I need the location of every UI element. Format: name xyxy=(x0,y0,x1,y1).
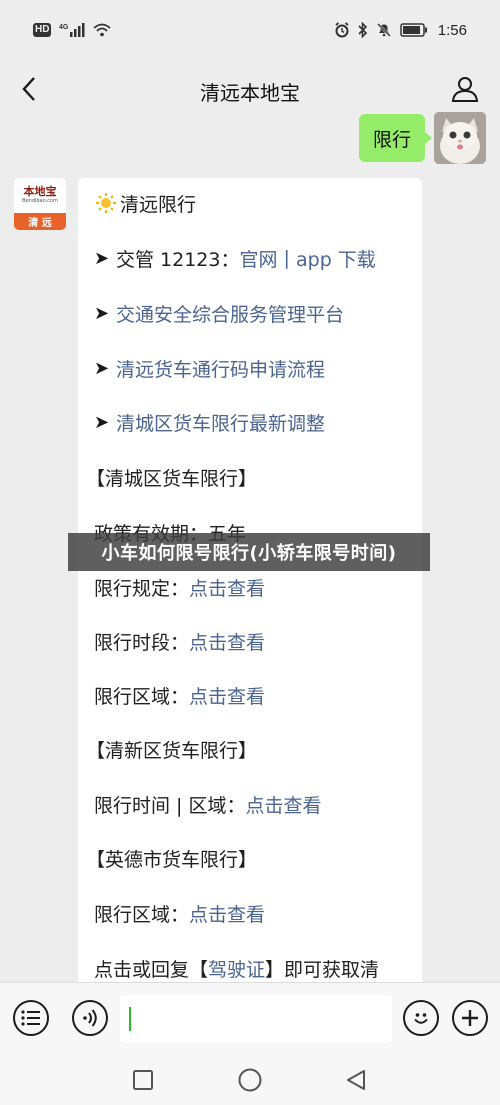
footer-before: 点击或回复【 xyxy=(94,958,209,981)
signal-icon: 4G xyxy=(59,22,85,38)
section-title-text: 【清城区货车限行】 xyxy=(86,467,258,490)
logo-brand: 本地宝 xyxy=(23,185,57,198)
truck-pass-link[interactable]: 清远货车通行码申请流程 xyxy=(116,355,325,382)
arrow-right-icon: ➤ xyxy=(94,247,110,269)
emoji-button[interactable] xyxy=(403,1000,439,1036)
logo-url: Bendibao.com xyxy=(22,198,58,204)
view-link[interactable]: 点击查看 xyxy=(245,791,321,818)
view-link[interactable]: 点击查看 xyxy=(189,574,265,601)
system-navigation-bar xyxy=(0,1054,500,1105)
system-back-button[interactable] xyxy=(343,1067,369,1093)
bot-header: 清远限行 xyxy=(78,183,422,223)
app-download-link[interactable]: app 下载 xyxy=(296,245,376,272)
link-row-prefix: 交管 12123： xyxy=(116,248,240,271)
svg-text:4G: 4G xyxy=(59,24,69,31)
link-row-platform: ➤ 交通安全综合服务管理平台 xyxy=(78,293,422,333)
section-title-qingcheng: 【清城区货车限行】 xyxy=(78,457,422,497)
driver-license-link[interactable]: 驾驶证 xyxy=(208,955,265,982)
section-item: 限行区域： 点击查看 xyxy=(78,675,422,715)
section-title-text: 【清新区货车限行】 xyxy=(86,739,258,762)
back-button[interactable] xyxy=(14,74,44,104)
person-icon xyxy=(451,77,479,102)
view-link[interactable]: 点击查看 xyxy=(189,628,265,655)
bendibao-logo: 本地宝 Bendibao.com xyxy=(14,178,66,213)
section-item: 限行时间 | 区域： 点击查看 xyxy=(78,784,422,824)
mute-icon xyxy=(376,22,392,38)
user-avatar[interactable] xyxy=(434,112,486,164)
voice-button[interactable] xyxy=(72,1000,108,1036)
alarm-icon xyxy=(334,22,350,38)
page-title: 清远本地宝 xyxy=(200,80,300,105)
truck-adjust-link[interactable]: 清城区货车限行最新调整 xyxy=(116,409,325,436)
view-link[interactable]: 点击查看 xyxy=(189,900,265,927)
status-right: 1:56 xyxy=(334,22,467,39)
footer-after: 】即可获取清 xyxy=(265,958,380,981)
menu-button[interactable] xyxy=(13,1000,49,1036)
square-icon xyxy=(133,1070,153,1090)
item-label: 限行区域： xyxy=(94,903,190,926)
sun-icon xyxy=(94,191,118,215)
arrow-right-icon: ➤ xyxy=(94,411,110,433)
voice-icon xyxy=(83,1009,97,1027)
recents-button[interactable] xyxy=(130,1067,156,1093)
home-button[interactable] xyxy=(237,1067,263,1093)
status-bar: HD 4G 1:56 xyxy=(0,0,500,60)
view-link[interactable]: 点击查看 xyxy=(189,682,265,709)
message-input[interactable] xyxy=(120,995,392,1043)
caption-text: 小车如何限号限行(小轿车限号时间) xyxy=(101,543,397,564)
item-label: 限行区域： xyxy=(94,685,190,708)
circle-icon xyxy=(238,1068,262,1092)
section-item: 限行区域： 点击查看 xyxy=(78,893,422,933)
separator-text: | xyxy=(277,247,296,269)
input-bar xyxy=(0,982,500,1054)
item-label: 限行时间 | 区域： xyxy=(94,794,246,817)
text-cursor xyxy=(129,1007,131,1031)
section-title-text: 【英德市货车限行】 xyxy=(86,848,258,871)
bot-message-bubble: 清远限行 ➤ 交管 12123： 官网 | app 下载 ➤ 交通安全综合服务管… xyxy=(78,178,422,998)
list-menu-icon xyxy=(21,1010,40,1026)
link-row-truck-adjust: ➤ 清城区货车限行最新调整 xyxy=(78,402,422,442)
link-row-jiaoguan: ➤ 交管 12123： 官网 | app 下载 xyxy=(78,238,422,278)
item-label: 限行时段： xyxy=(94,631,190,654)
navigation-bar: 清远本地宝 xyxy=(0,60,500,122)
section-title-yingde: 【英德市货车限行】 xyxy=(78,838,422,878)
logo-city: 清 远 xyxy=(14,213,66,230)
status-time: 1:56 xyxy=(437,21,467,39)
section-title-qingxin: 【清新区货车限行】 xyxy=(78,729,422,769)
caption-overlay: 小车如何限号限行(小轿车限号时间) xyxy=(68,533,430,571)
user-message-bubble[interactable]: 限行 xyxy=(358,114,433,162)
add-button[interactable] xyxy=(452,1000,488,1036)
bot-avatar[interactable]: 本地宝 Bendibao.com 清 远 xyxy=(14,178,66,230)
smiley-icon xyxy=(414,1013,428,1024)
arrow-right-icon: ➤ xyxy=(94,302,110,324)
user-message-text: 限行 xyxy=(372,128,411,151)
cat-avatar-image xyxy=(434,112,486,164)
battery-icon xyxy=(400,23,428,37)
status-left: HD 4G xyxy=(33,22,112,38)
section-item: 限行时段： 点击查看 xyxy=(78,621,422,661)
section-item: 限行规定： 点击查看 xyxy=(78,567,422,607)
profile-button[interactable] xyxy=(448,72,482,106)
traffic-platform-link[interactable]: 交通安全综合服务管理平台 xyxy=(116,300,344,327)
link-row-truck-pass: ➤ 清远货车通行码申请流程 xyxy=(78,348,422,388)
bluetooth-icon xyxy=(358,22,368,38)
chevron-left-icon xyxy=(22,77,35,101)
plus-icon xyxy=(462,1010,478,1026)
official-site-link[interactable]: 官网 xyxy=(239,245,277,272)
hd-badge: HD xyxy=(33,23,52,37)
triangle-back-icon xyxy=(347,1070,365,1090)
arrow-right-icon: ➤ xyxy=(94,357,110,379)
wifi-icon xyxy=(93,23,112,37)
item-label: 限行规定： xyxy=(94,577,190,600)
bot-header-text: 清远限行 xyxy=(120,193,197,216)
